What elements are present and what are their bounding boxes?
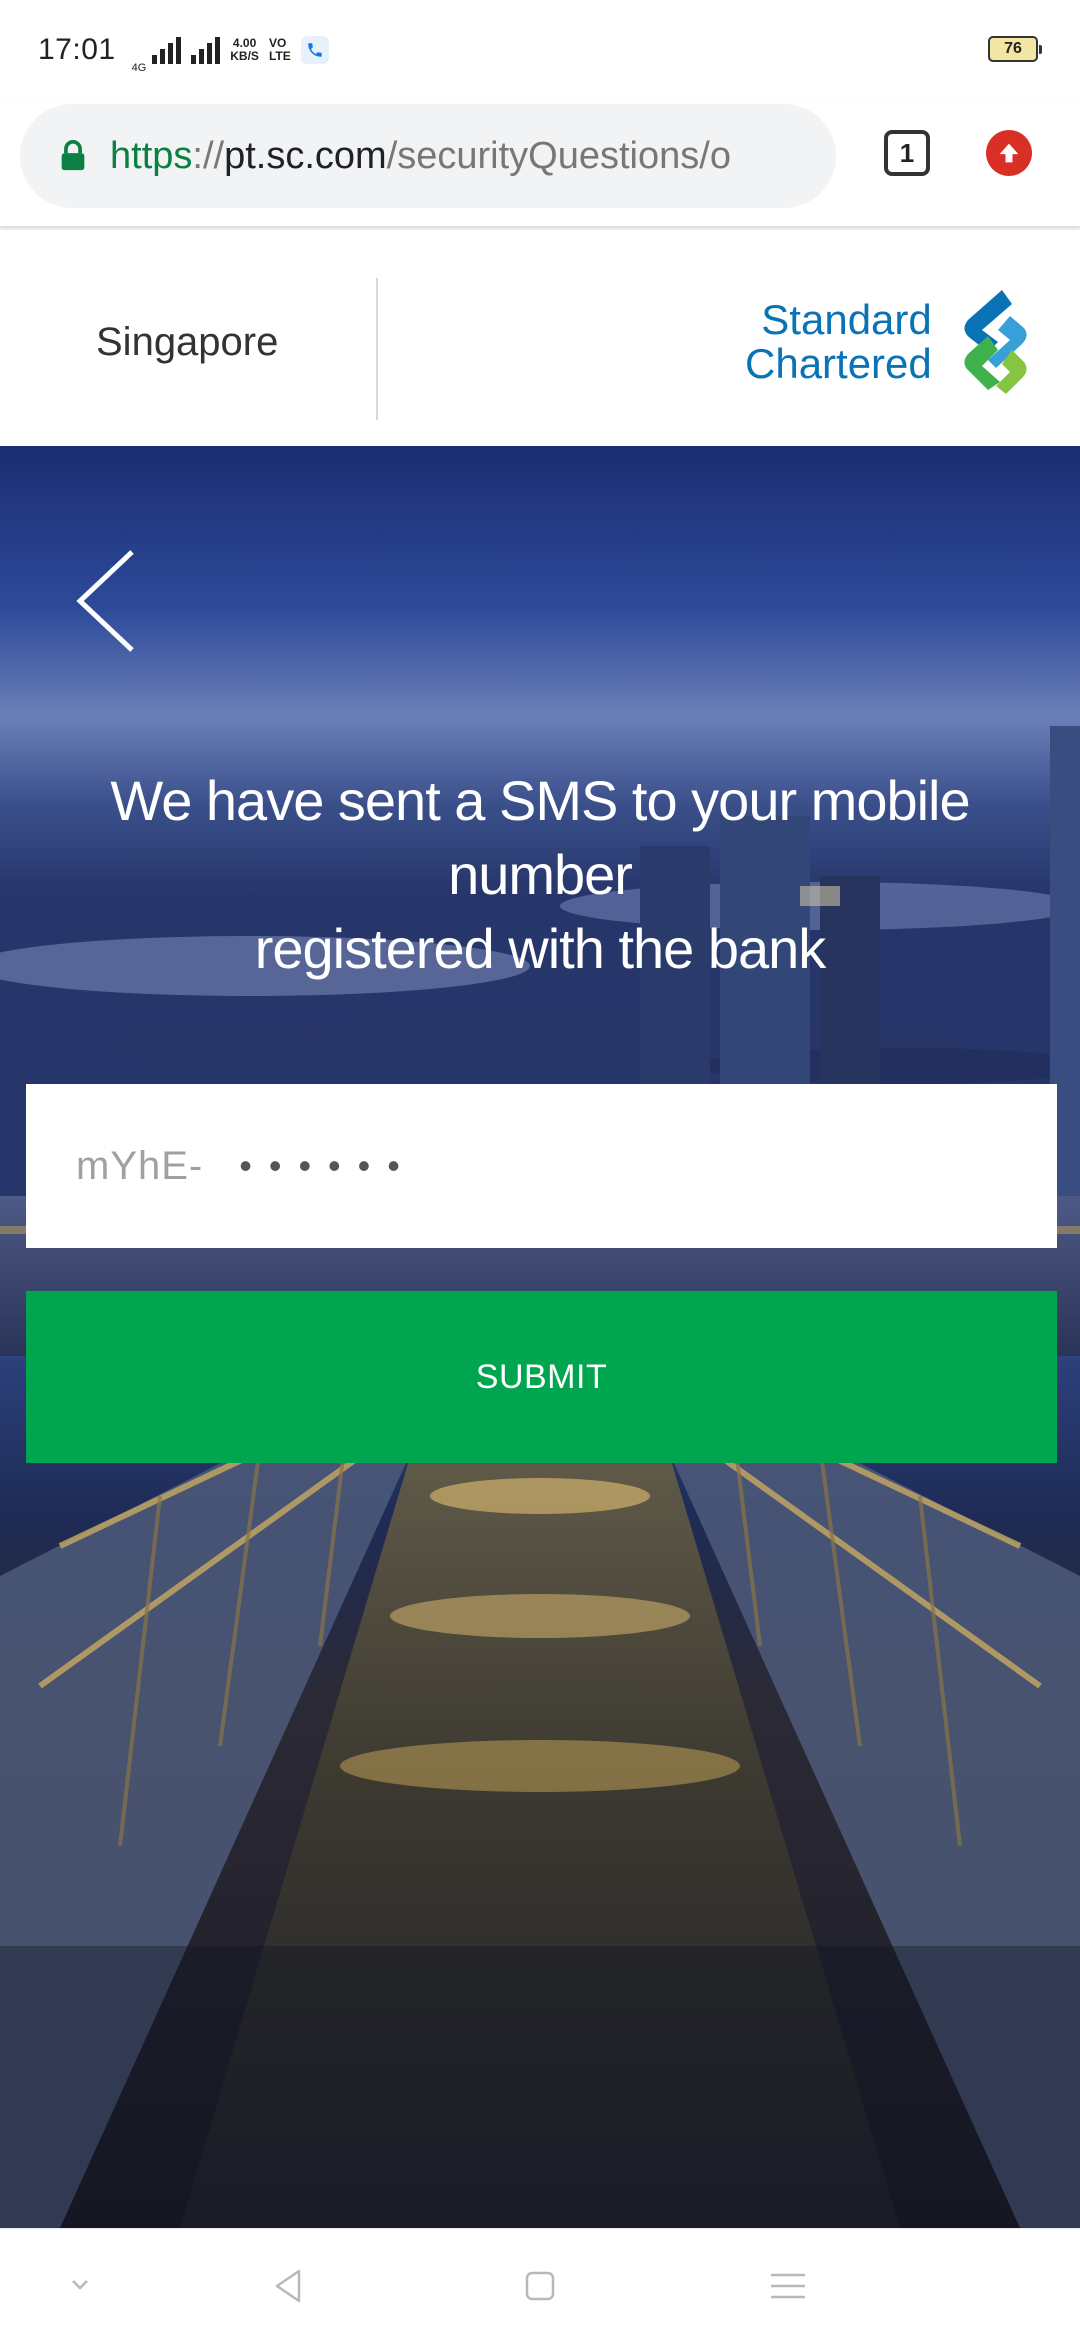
url-text: https://pt.sc.com/securityQuestions/o — [110, 135, 731, 178]
tab-count: 1 — [899, 137, 915, 168]
logo-line2: Chartered — [745, 340, 932, 387]
signal-icon-sim1 — [152, 36, 182, 64]
site-header: Singapore Standard Chartered — [0, 230, 1080, 446]
message-line-1: We have sent a SMS to your mobile — [110, 769, 970, 832]
network-type: 4G — [131, 61, 147, 74]
url-separator: :// — [192, 134, 225, 177]
address-bar[interactable]: https://pt.sc.com/securityQuestions/o — [20, 104, 836, 208]
hero-section: We have sent a SMS to your mobile number… — [0, 446, 1080, 2228]
logo-line1: Standard — [761, 296, 932, 343]
signal-icon-sim2 — [191, 36, 221, 64]
lock-icon — [61, 140, 85, 171]
message-line-3: registered with the bank — [254, 917, 827, 980]
otp-masked-value: •••••• — [239, 1145, 417, 1186]
tab-switcher-button[interactable]: 1 — [884, 130, 930, 176]
header-divider — [376, 278, 378, 420]
status-time: 17:01 — [38, 33, 116, 66]
net-speed: 4.00 KB/S — [230, 37, 259, 63]
call-icon — [300, 36, 329, 64]
country-selector[interactable]: Singapore — [96, 320, 278, 365]
nav-back-icon[interactable] — [265, 2261, 315, 2311]
status-bar: 17:01 4G 4.00 KB/S VO LTE 76 — [0, 0, 1080, 100]
volte-bottom: LTE — [268, 49, 291, 63]
back-arrow-icon[interactable] — [70, 546, 140, 656]
sms-sent-message: We have sent a SMS to your mobile number… — [60, 764, 1020, 986]
url-scheme: https — [110, 134, 193, 177]
nav-home-icon[interactable] — [515, 2261, 565, 2311]
update-button[interactable] — [986, 130, 1032, 176]
standard-chartered-logo-icon — [964, 290, 1027, 394]
browser-toolbar: https://pt.sc.com/securityQuestions/o 1 — [0, 100, 1080, 228]
logo-text[interactable]: Standard Chartered — [745, 298, 932, 386]
volte-icon: VO LTE — [269, 37, 291, 63]
url-host: pt.sc.com — [224, 134, 387, 177]
net-speed-unit: KB/S — [230, 49, 259, 63]
message-line-2: number — [448, 843, 633, 906]
chevron-down-icon[interactable] — [55, 2261, 105, 2311]
update-icon — [999, 143, 1019, 163]
battery-indicator: 76 — [988, 36, 1042, 62]
system-nav-bar — [0, 2228, 1080, 2340]
nav-menu-icon[interactable] — [763, 2261, 813, 2311]
submit-button[interactable]: SUBMIT — [26, 1291, 1057, 1463]
url-path: /securityQuestions/o — [386, 134, 731, 177]
otp-prefix: mYhE- — [76, 1143, 204, 1188]
status-icons: 4G 4.00 KB/S VO LTE — [132, 27, 329, 74]
otp-input[interactable]: mYhE- •••••• — [26, 1084, 1057, 1248]
